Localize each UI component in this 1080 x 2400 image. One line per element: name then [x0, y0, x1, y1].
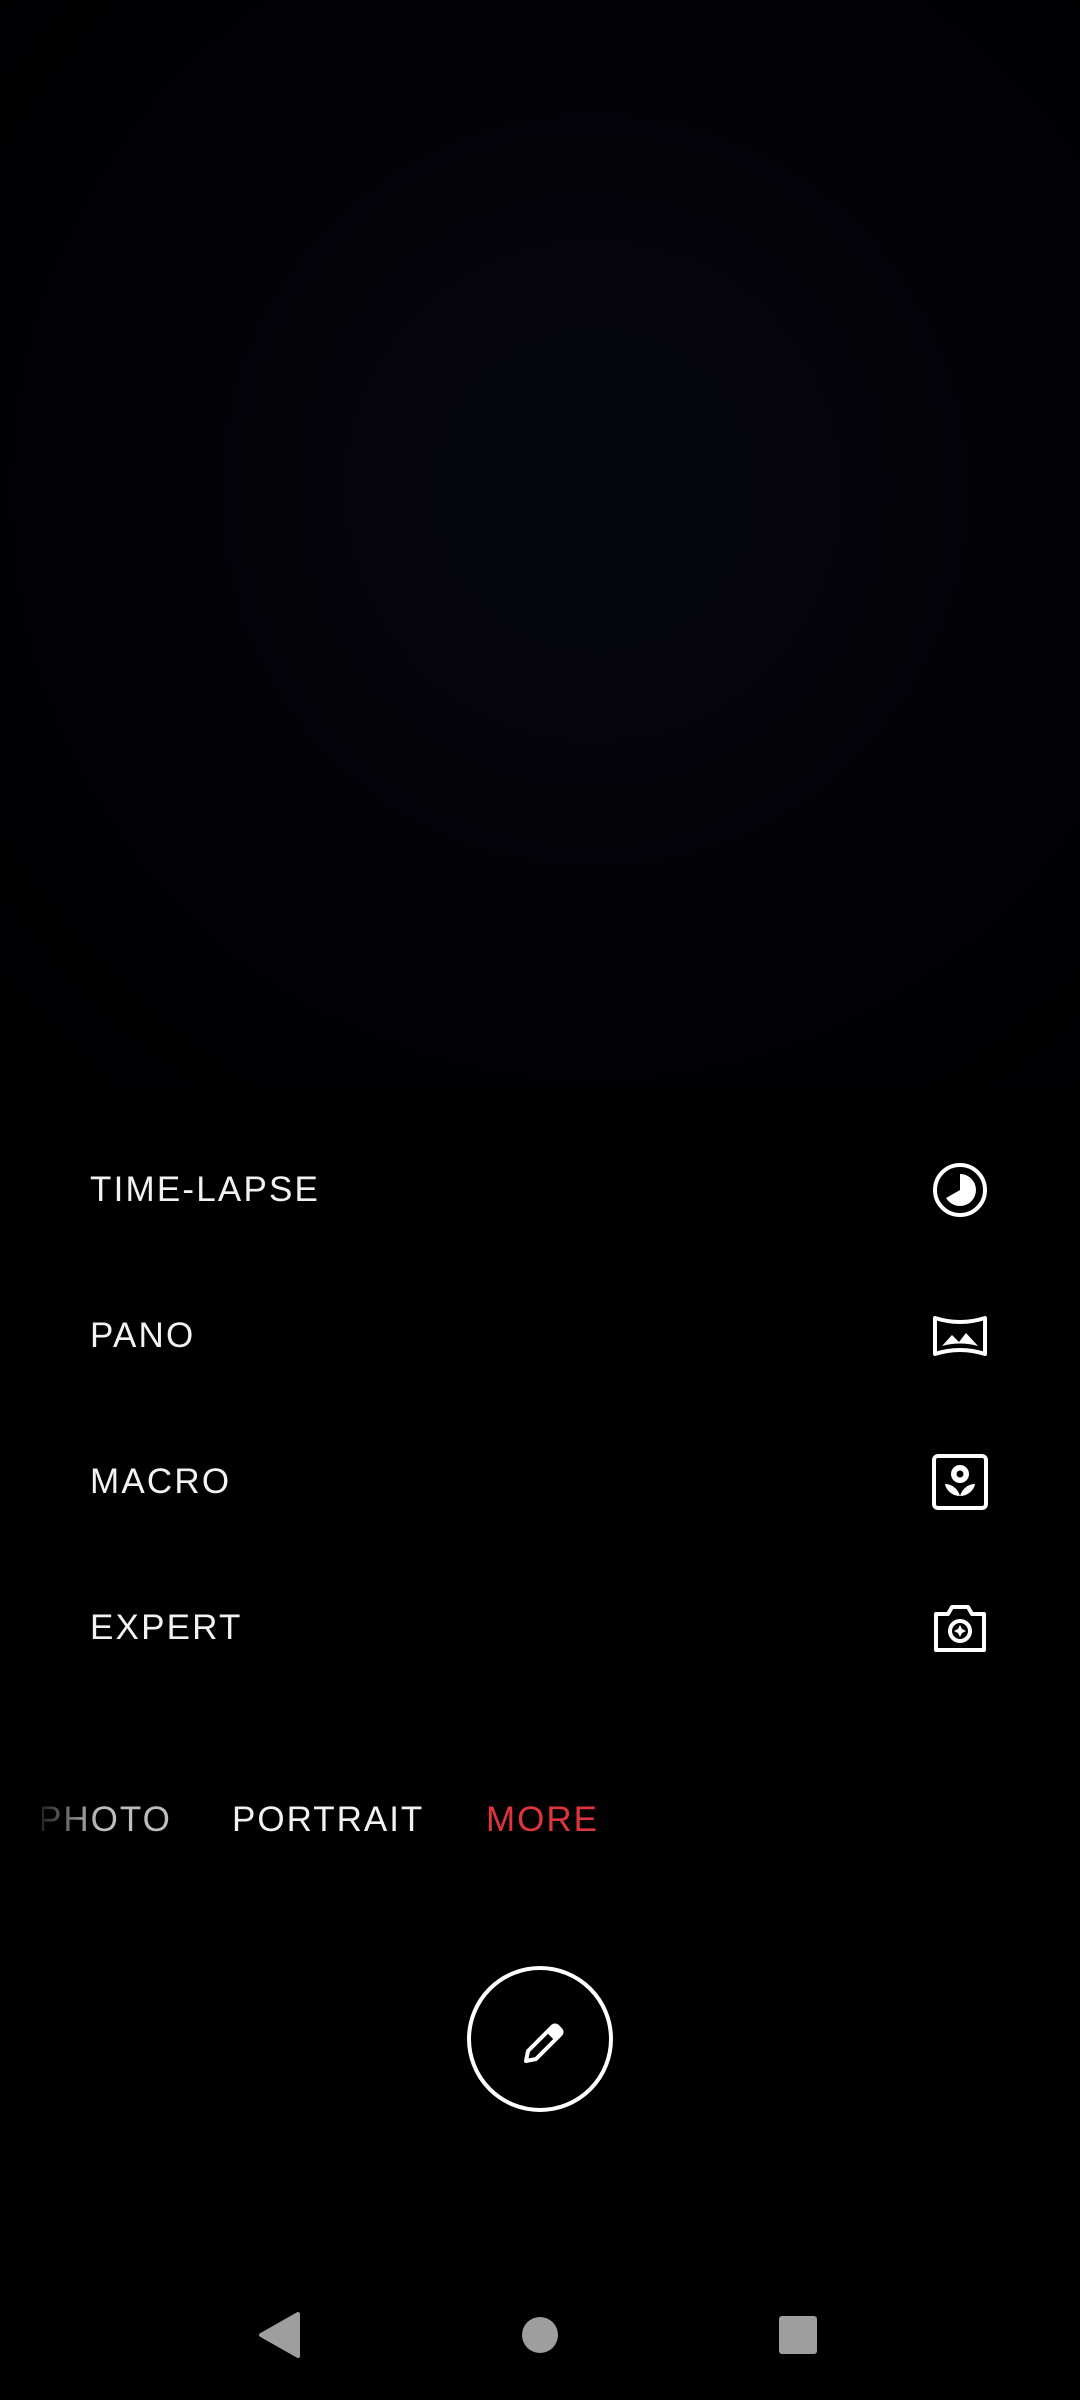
macro-flower-icon	[930, 1452, 990, 1512]
mode-tab-more[interactable]: MORE	[486, 1790, 599, 1850]
edit-modes-button[interactable]	[467, 1966, 613, 2112]
camera-viewfinder[interactable]	[0, 0, 1080, 1090]
mode-tab-photo[interactable]: PHOTO	[42, 1790, 172, 1850]
more-modes-list: TIME-LAPSE PANO MACRO EXPERT	[0, 1117, 1080, 1701]
camera-mode-selector: PHOTO PORTRAIT MORE	[0, 1790, 1080, 1850]
mode-item-pano[interactable]: PANO	[0, 1263, 1080, 1409]
mode-label: MACRO	[90, 1462, 232, 1501]
mode-label: TIME-LAPSE	[90, 1170, 321, 1209]
expert-camera-icon	[930, 1598, 990, 1658]
mode-item-expert[interactable]: EXPERT	[0, 1555, 1080, 1701]
pencil-icon	[524, 2023, 564, 2063]
time-lapse-icon	[930, 1160, 990, 1220]
nav-home-button[interactable]	[495, 2290, 585, 2380]
mode-label: EXPERT	[90, 1608, 243, 1647]
nav-recents-button[interactable]	[753, 2290, 843, 2380]
home-circle-icon	[522, 2317, 558, 2353]
back-triangle-icon	[259, 2312, 300, 2358]
mode-label: PANO	[90, 1316, 196, 1355]
mode-item-time-lapse[interactable]: TIME-LAPSE	[0, 1117, 1080, 1263]
nav-back-button[interactable]	[236, 2290, 326, 2380]
mode-tab-portrait[interactable]: PORTRAIT	[232, 1790, 424, 1850]
panorama-icon	[930, 1306, 990, 1366]
recents-square-icon	[779, 2316, 817, 2354]
mode-item-macro[interactable]: MACRO	[0, 1409, 1080, 1555]
system-navigation-bar	[0, 2290, 1080, 2380]
